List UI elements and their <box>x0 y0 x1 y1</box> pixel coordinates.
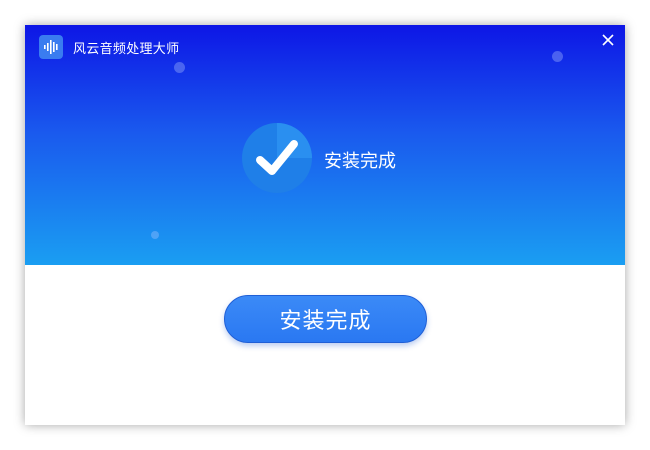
window-title: 风云音频处理大师 <box>73 42 180 57</box>
close-button[interactable] <box>597 29 619 51</box>
decorative-dot <box>174 62 185 73</box>
audio-waveform-icon <box>39 35 63 59</box>
finish-button[interactable]: 安装完成 <box>224 295 427 343</box>
header-banner: 风云音频处理大师 安装完成 <box>25 25 625 265</box>
close-icon <box>602 34 614 46</box>
status-message: 安装完成 <box>324 151 396 172</box>
installer-window: 风云音频处理大师 安装完成 安装完成 <box>25 25 625 425</box>
decorative-dot <box>552 51 563 62</box>
decorative-dot <box>151 231 159 239</box>
checkmark-icon <box>242 123 312 193</box>
